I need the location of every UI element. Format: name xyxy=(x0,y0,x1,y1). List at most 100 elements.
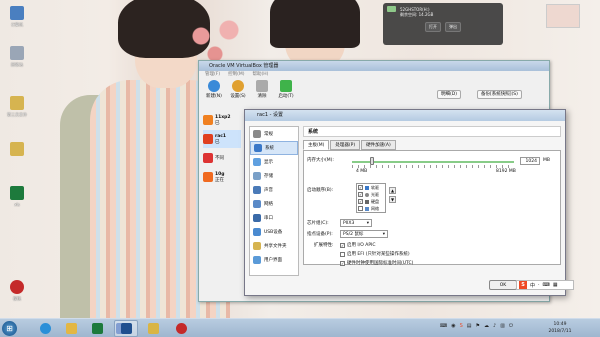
ime-punct[interactable]: · xyxy=(538,282,540,288)
ext-efi[interactable]: 启用 EFI (只针对某些操作系统) xyxy=(340,251,410,257)
excel-icon xyxy=(91,323,103,334)
checkbox[interactable]: ✓ xyxy=(340,260,345,266)
sidebar-item-shared-folders[interactable]: 共享文件夹 xyxy=(250,239,298,253)
security-icon[interactable]: ◉ xyxy=(451,323,455,329)
volume-icon[interactable]: ♪ xyxy=(493,323,496,329)
speaker-icon xyxy=(253,186,261,194)
taskbar-app-ie[interactable] xyxy=(34,320,56,337)
ime-mode[interactable]: 中 xyxy=(530,282,535,289)
checkbox[interactable]: ✓ xyxy=(340,242,345,248)
keyboard-icon[interactable]: ⌨ xyxy=(440,323,447,329)
system-icon xyxy=(254,144,262,152)
chipset-select[interactable]: PIIX3 ▾ xyxy=(340,219,372,227)
taskbar-app-cherry[interactable] xyxy=(170,320,192,337)
memory-slider-handle[interactable] xyxy=(370,157,375,165)
sidebar-item-audio[interactable]: 声音 xyxy=(250,183,298,197)
vm-os-icon xyxy=(203,134,213,144)
sidebar-item-network[interactable]: 网络 xyxy=(250,197,298,211)
taskbar-app-explorer[interactable] xyxy=(60,320,82,337)
boot-item-hard-disk[interactable]: ✓ 硬盘 xyxy=(357,198,385,205)
desktop-icon-label: 第三方文件 xyxy=(7,112,27,117)
sidebar-item-serial[interactable]: 串口 xyxy=(250,211,298,225)
ext-io-apic[interactable]: ✓ 启用 I/O APIC xyxy=(340,242,376,248)
vm-name: 不同 xyxy=(215,156,224,161)
gadget-buttons: 打开 弹出 xyxy=(387,22,499,32)
new-button[interactable]: 新建(N) xyxy=(205,80,223,99)
vm-text: 11xp2 已 xyxy=(215,115,231,126)
discard-button-label: 清除 xyxy=(257,94,267,99)
settings-content: 系统 主板(M) 处理器(P) 硬件加速(A) 内存大小(M): 4 MB 81… xyxy=(303,126,561,276)
boot-item-floppy[interactable]: ✓ 软驱 xyxy=(357,184,385,191)
desktop-icon-spreadsheet[interactable]: xls xyxy=(4,186,30,207)
display-icon xyxy=(253,158,261,166)
desktop-icon-computer[interactable]: 计算机 xyxy=(4,6,30,28)
boot-checkbox[interactable]: ✓ xyxy=(358,185,363,190)
snapshots-button[interactable]: 备份[系统快照](S) xyxy=(477,90,522,99)
taskbar-clock[interactable]: 10:49 2018/7/11 xyxy=(540,321,580,335)
boot-checkbox[interactable]: ✓ xyxy=(358,192,363,197)
boot-item-optical[interactable]: ✓ 光驱 xyxy=(357,191,385,198)
sidebar-item-general[interactable]: 常规 xyxy=(250,127,298,141)
pointing-device-select[interactable]: PS/2 鼠标 ▾ xyxy=(340,230,388,238)
vm-text: 10g 正在 xyxy=(215,172,224,183)
cloud-icon[interactable]: ☁ xyxy=(484,323,489,329)
desktop-icon-folder-2[interactable] xyxy=(4,142,30,158)
sidebar-item-storage[interactable]: 存储 xyxy=(250,169,298,183)
tab-motherboard[interactable]: 主板(M) xyxy=(303,140,330,150)
sidebar-item-usb[interactable]: USB设备 xyxy=(250,225,298,239)
ime-toolbar[interactable]: S 中 · ⌨ ▦ xyxy=(516,280,574,290)
sidebar-item-display[interactable]: 显示 xyxy=(250,155,298,169)
power-icon[interactable]: ⏻ xyxy=(509,323,513,329)
sidebar-item-system[interactable]: 系统 xyxy=(250,141,298,155)
dialog-title-bar: rac1 - 设置 xyxy=(245,110,565,121)
menu-item-help[interactable]: 帮助(H) xyxy=(253,71,269,78)
taskbar-app-folder[interactable] xyxy=(142,320,164,337)
sidebar-item-user-interface[interactable]: 用户界面 xyxy=(250,253,298,267)
vm-name: 10g xyxy=(215,171,225,177)
network-icon[interactable]: ▤ xyxy=(467,323,472,329)
boot-checkbox[interactable]: ✓ xyxy=(358,199,363,204)
memory-value-input[interactable]: 1024 xyxy=(520,157,540,165)
boot-item-label: 软驱 xyxy=(371,184,379,190)
settings-button[interactable]: 设置(S) xyxy=(229,80,247,99)
gadget-open-button[interactable]: 打开 xyxy=(425,22,441,32)
tab-acceleration[interactable]: 硬件加速(A) xyxy=(361,140,396,150)
discard-button[interactable]: 清除 xyxy=(253,80,271,99)
network-status-icon[interactable]: ▥ xyxy=(500,323,505,329)
gadget-eject-button[interactable]: 弹出 xyxy=(445,22,461,32)
photo-thumbnail xyxy=(546,4,580,28)
settings-button-label: 设置(S) xyxy=(230,94,246,99)
system-tray: ⌨ ◉ S ▤ ⚑ ☁ ♪ ▥ ⏻ xyxy=(440,323,513,329)
vm-list-item[interactable]: 11xp2 已 xyxy=(203,111,241,129)
chipset-value: PIIX3 xyxy=(343,221,355,226)
sidebar-item-label: 显示 xyxy=(264,160,273,165)
vm-list-item[interactable]: 不同 xyxy=(203,149,241,167)
move-down-button[interactable]: ▼ xyxy=(389,196,396,203)
grid-icon[interactable]: ▦ xyxy=(553,282,558,288)
floppy-icon xyxy=(365,185,369,190)
ext-utc[interactable]: ✓ 硬件时钟使用国际标准时间(UTC) xyxy=(340,260,413,266)
tab-processor[interactable]: 处理器(P) xyxy=(330,140,361,150)
vm-list-item-selected[interactable]: rac1 已 xyxy=(203,130,241,148)
boot-item-label: 网络 xyxy=(371,205,379,211)
menu-item-control[interactable]: 控制(M) xyxy=(228,71,244,78)
desktop-icon-cherry[interactable]: 樱桃 xyxy=(4,280,30,302)
desktop-icon-recycle-bin[interactable]: 回收站 xyxy=(4,46,30,68)
checkbox[interactable] xyxy=(340,251,345,257)
vm-list-item[interactable]: 10g 正在 xyxy=(203,168,241,186)
boot-item-network[interactable]: 网络 xyxy=(357,205,385,212)
move-up-button[interactable]: ▲ xyxy=(389,187,396,194)
extended-features-label: 扩展特性: xyxy=(314,243,334,248)
boot-checkbox[interactable] xyxy=(358,206,363,211)
ok-button[interactable]: OK xyxy=(489,280,517,290)
start-button[interactable]: ⊞ xyxy=(2,321,17,336)
flag-icon[interactable]: ⚑ xyxy=(476,323,480,329)
sogou-tray-icon[interactable]: S xyxy=(460,323,463,329)
start-button[interactable]: 启动(T) xyxy=(277,80,295,99)
desktop-icon-folder[interactable]: 第三方文件 xyxy=(4,96,30,118)
taskbar-app-excel[interactable] xyxy=(86,320,108,337)
details-button[interactable]: 明细(D) xyxy=(437,90,461,99)
menu-item-manage[interactable]: 管理(F) xyxy=(205,71,220,78)
taskbar-app-virtualbox[interactable] xyxy=(114,320,138,337)
keyboard-icon[interactable]: ⌨ xyxy=(543,282,550,288)
